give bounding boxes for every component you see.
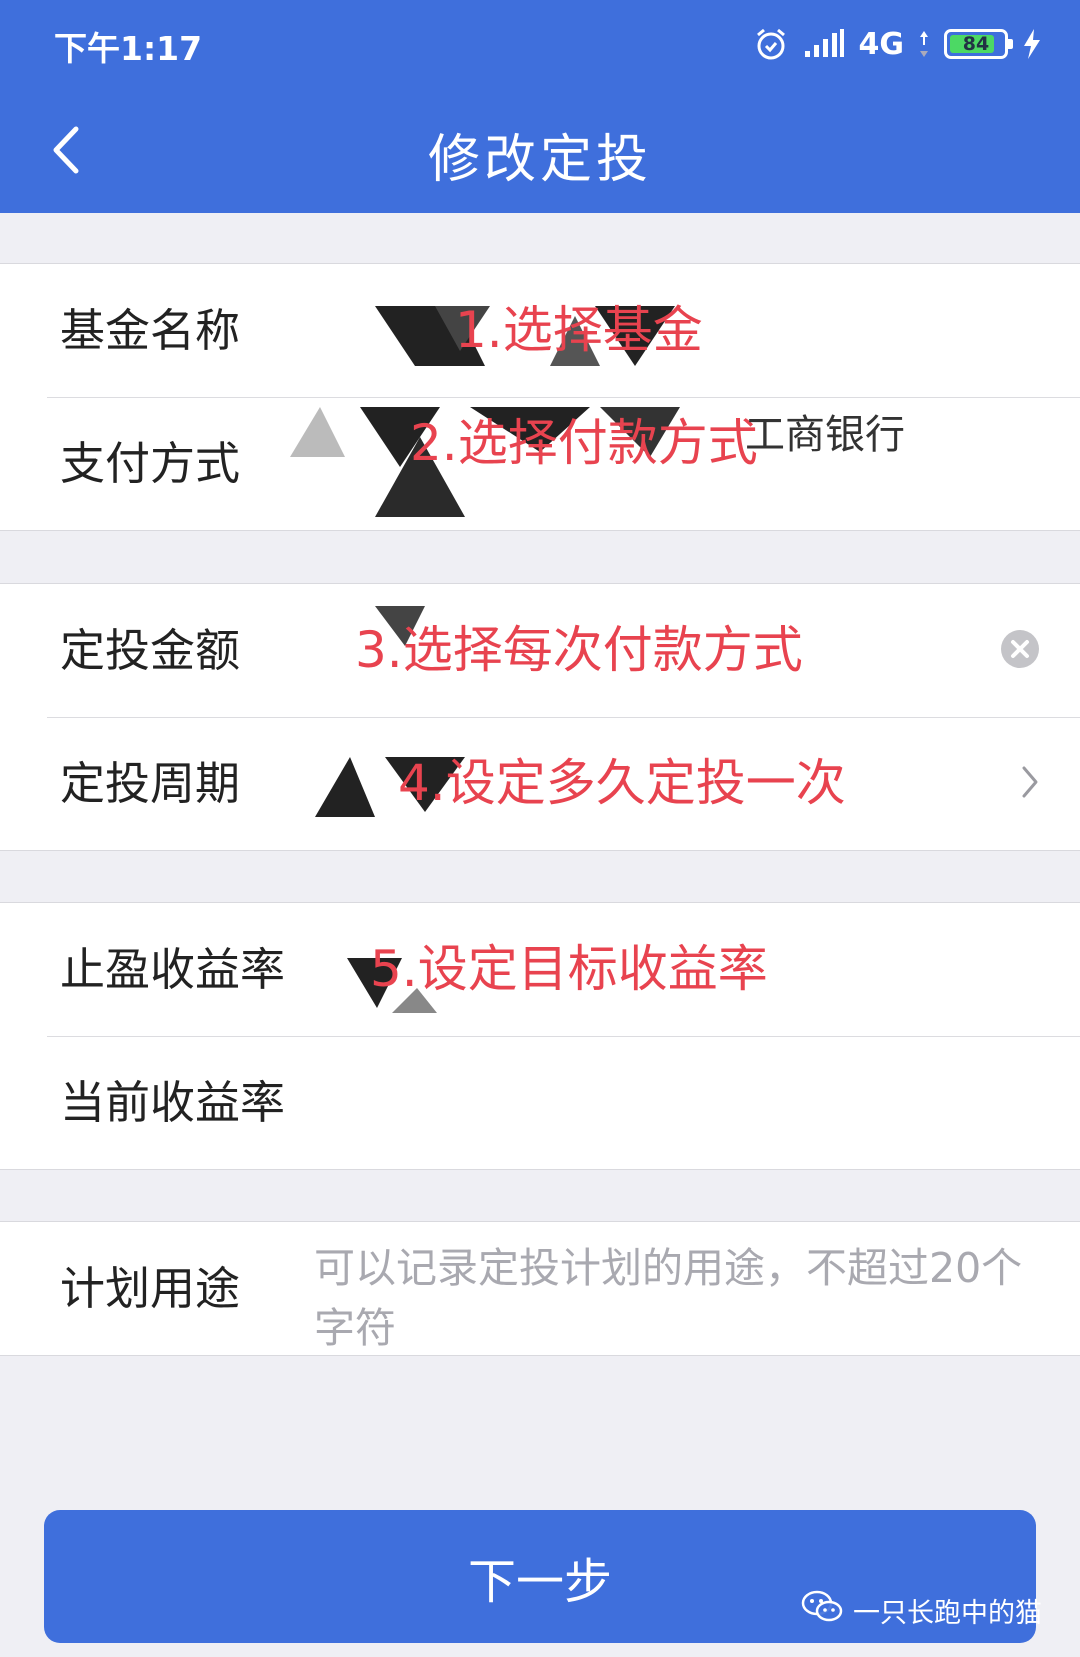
signal-icon (803, 27, 845, 61)
purpose-input[interactable]: 可以记录定投计划的用途，不超过20个字符 (314, 1238, 1034, 1358)
nav-bar: 修改定投 (0, 95, 1080, 210)
payment-method-annotation: 2.选择付款方式 (410, 414, 758, 472)
stop-profit-rate-label: 止盈收益率 (60, 943, 286, 996)
status-time: 下午1:17 (54, 29, 203, 68)
battery-icon: 84 (944, 29, 1013, 59)
period-annotation: 4.设定多久定投一次 (398, 754, 846, 812)
current-rate-row: 当前收益率 (0, 1036, 1080, 1169)
watermark: 一只长跑中的猫 (801, 1588, 1042, 1632)
amount-row[interactable]: 定投金额 3.选择每次付款方式 (0, 584, 1080, 717)
alarm-icon (753, 26, 789, 62)
current-rate-label: 当前收益率 (60, 1076, 286, 1129)
watermark-text: 一只长跑中的猫 (853, 1597, 1042, 1629)
clear-icon (1000, 629, 1040, 673)
amount-group: 定投金额 3.选择每次付款方式 定投周期 4.设定多久定投一次 (0, 583, 1080, 851)
period-label: 定投周期 (60, 757, 241, 810)
top-bar: 下午1:17 4G 84 修改定投 (0, 0, 1080, 213)
fund-group: 基金名称 1.选择基金 支付方式 2.选择付款方式 工商银行 (0, 263, 1080, 531)
rate-group: 止盈收益率 5.设定目标收益率 当前收益率 (0, 902, 1080, 1170)
clear-amount-button[interactable] (1000, 584, 1040, 717)
stop-profit-rate-row[interactable]: 止盈收益率 5.设定目标收益率 (0, 903, 1080, 1036)
purpose-group: 计划用途 可以记录定投计划的用途，不超过20个字符 (0, 1221, 1080, 1356)
amount-label: 定投金额 (60, 624, 241, 677)
page-title: 修改定投 (427, 130, 652, 190)
chevron-right-icon (1020, 764, 1040, 804)
period-select[interactable] (1020, 717, 1040, 850)
payment-method-label: 支付方式 (60, 437, 241, 490)
fund-name-label: 基金名称 (60, 304, 241, 357)
wechat-icon (801, 1589, 843, 1632)
status-icons: 4G 84 (753, 22, 1043, 66)
charging-icon (1022, 28, 1042, 60)
purpose-label: 计划用途 (60, 1262, 241, 1315)
status-bar: 下午1:17 4G 84 (0, 0, 1080, 90)
payment-method-value: 工商银行 (745, 412, 905, 458)
edit-plan-screen: 下午1:17 4G 84 修改定投 基金名称 1.选择基金 支付方式 2.选择付… (0, 0, 1080, 1657)
stop-profit-rate-annotation: 5.设定目标收益率 (370, 940, 768, 998)
purpose-row[interactable]: 计划用途 可以记录定投计划的用途，不超过20个字符 (0, 1222, 1080, 1355)
amount-annotation: 3.选择每次付款方式 (355, 621, 803, 679)
battery-level: 84 (962, 33, 990, 55)
network-type: 4G (858, 26, 905, 62)
data-arrows-icon (918, 29, 930, 59)
period-row[interactable]: 定投周期 4.设定多久定投一次 (0, 717, 1080, 850)
payment-method-row[interactable]: 支付方式 2.选择付款方式 工商银行 (0, 397, 1080, 530)
